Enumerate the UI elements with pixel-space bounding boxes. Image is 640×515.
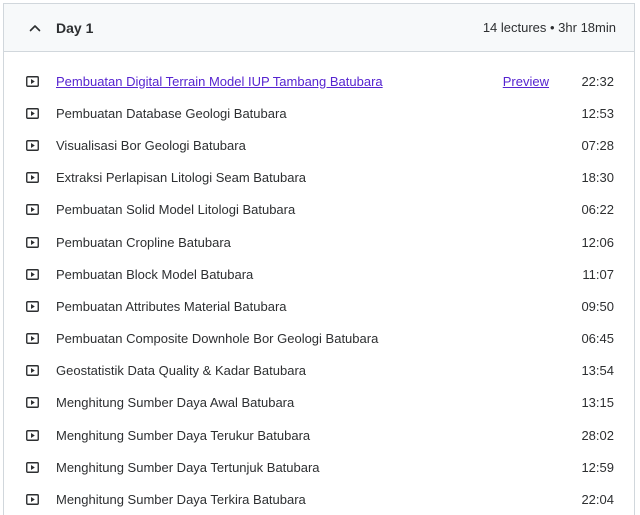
lecture-duration: 12:59	[581, 459, 614, 475]
lecture-title: Menghitung Sumber Daya Terukur Batubara	[56, 427, 311, 443]
lecture-item[interactable]: Extraksi Perlapisan Litologi Seam Batuba…	[4, 162, 634, 194]
video-play-icon	[26, 268, 40, 280]
lecture-duration: 06:45	[581, 331, 614, 347]
video-play-icon	[26, 139, 40, 151]
lecture-item[interactable]: Visualisasi Bor Geologi Batubara 07:28	[4, 129, 634, 161]
lecture-item[interactable]: Menghitung Sumber Daya Terukur Batubara …	[4, 419, 634, 451]
lecture-title: Visualisasi Bor Geologi Batubara	[56, 137, 246, 153]
lecture-item[interactable]: Pembuatan Solid Model Litologi Batubara …	[4, 194, 634, 226]
lecture-title: Menghitung Sumber Daya Awal Batubara	[56, 395, 295, 411]
curriculum-section: Day 1 14 lectures • 3hr 18min Pembuatan …	[3, 3, 635, 515]
lecture-item[interactable]: Menghitung Sumber Daya Tertunjuk Batubar…	[4, 451, 634, 483]
video-play-icon	[26, 494, 40, 506]
lecture-duration: 22:32	[581, 73, 614, 89]
lecture-title: Geostatistik Data Quality & Kadar Batuba…	[56, 363, 307, 379]
lecture-duration: 13:15	[581, 395, 614, 411]
lecture-title: Menghitung Sumber Daya Terkira Batubara	[56, 492, 306, 508]
lecture-duration: 13:54	[581, 363, 614, 379]
lecture-item[interactable]: Pembuatan Attributes Material Batubara 0…	[4, 290, 634, 322]
chevron-up-icon[interactable]	[28, 21, 42, 35]
lecture-duration: 18:30	[581, 170, 614, 186]
lecture-item[interactable]: Geostatistik Data Quality & Kadar Batuba…	[4, 355, 634, 387]
lecture-item[interactable]: Pembuatan Block Model Batubara 11:07	[4, 258, 634, 290]
course-content-panel: Day 1 14 lectures • 3hr 18min Pembuatan …	[0, 0, 640, 515]
section-meta: 14 lectures • 3hr 18min	[482, 20, 616, 35]
video-play-icon	[26, 107, 40, 119]
lecture-title: Pembuatan Cropline Batubara	[56, 234, 231, 250]
section-title: Day 1	[56, 19, 94, 36]
lecture-duration: 28:02	[581, 427, 614, 443]
video-play-icon	[26, 300, 40, 312]
video-play-icon	[26, 365, 40, 377]
lecture-duration: 07:28	[581, 137, 614, 153]
lecture-duration: 06:22	[581, 202, 614, 218]
lecture-title-link[interactable]: Pembuatan Digital Terrain Model IUP Tamb…	[56, 74, 503, 89]
video-play-icon	[26, 204, 40, 216]
lecture-title: Menghitung Sumber Daya Tertunjuk Batubar…	[56, 459, 320, 475]
lecture-item[interactable]: Menghitung Sumber Daya Awal Batubara 13:…	[4, 387, 634, 419]
lecture-title: Pembuatan Solid Model Litologi Batubara	[56, 202, 296, 218]
lecture-duration: 11:07	[582, 266, 614, 282]
lecture-title: Pembuatan Block Model Batubara	[56, 266, 254, 282]
lecture-title: Pembuatan Database Geologi Batubara	[56, 105, 287, 121]
video-play-icon	[26, 75, 40, 87]
video-play-icon	[26, 172, 40, 184]
lecture-title: Pembuatan Composite Downhole Bor Geologi…	[56, 331, 379, 347]
lecture-item[interactable]: Pembuatan Digital Terrain Model IUP Tamb…	[4, 65, 634, 97]
lecture-title: Pembuatan Attributes Material Batubara	[56, 298, 287, 314]
lecture-item[interactable]: Pembuatan Cropline Batubara 12:06	[4, 226, 634, 258]
video-play-icon	[26, 429, 40, 441]
video-play-icon	[26, 333, 40, 345]
lecture-duration: 12:06	[581, 234, 614, 250]
lecture-duration: 09:50	[581, 298, 614, 314]
preview-link[interactable]: Preview	[503, 74, 549, 89]
lecture-duration: 12:53	[581, 105, 614, 121]
lecture-list: Pembuatan Digital Terrain Model IUP Tamb…	[4, 52, 634, 515]
lecture-item[interactable]: Pembuatan Database Geologi Batubara 12:5…	[4, 97, 634, 129]
lecture-title: Extraksi Perlapisan Litologi Seam Batuba…	[56, 170, 307, 186]
video-play-icon	[26, 461, 40, 473]
lecture-duration: 22:04	[581, 492, 614, 508]
video-play-icon	[26, 397, 40, 409]
lecture-item[interactable]: Menghitung Sumber Daya Terkira Batubara …	[4, 483, 634, 515]
lecture-item[interactable]: Pembuatan Composite Downhole Bor Geologi…	[4, 323, 634, 355]
section-header[interactable]: Day 1 14 lectures • 3hr 18min	[4, 4, 634, 52]
video-play-icon	[26, 236, 40, 248]
